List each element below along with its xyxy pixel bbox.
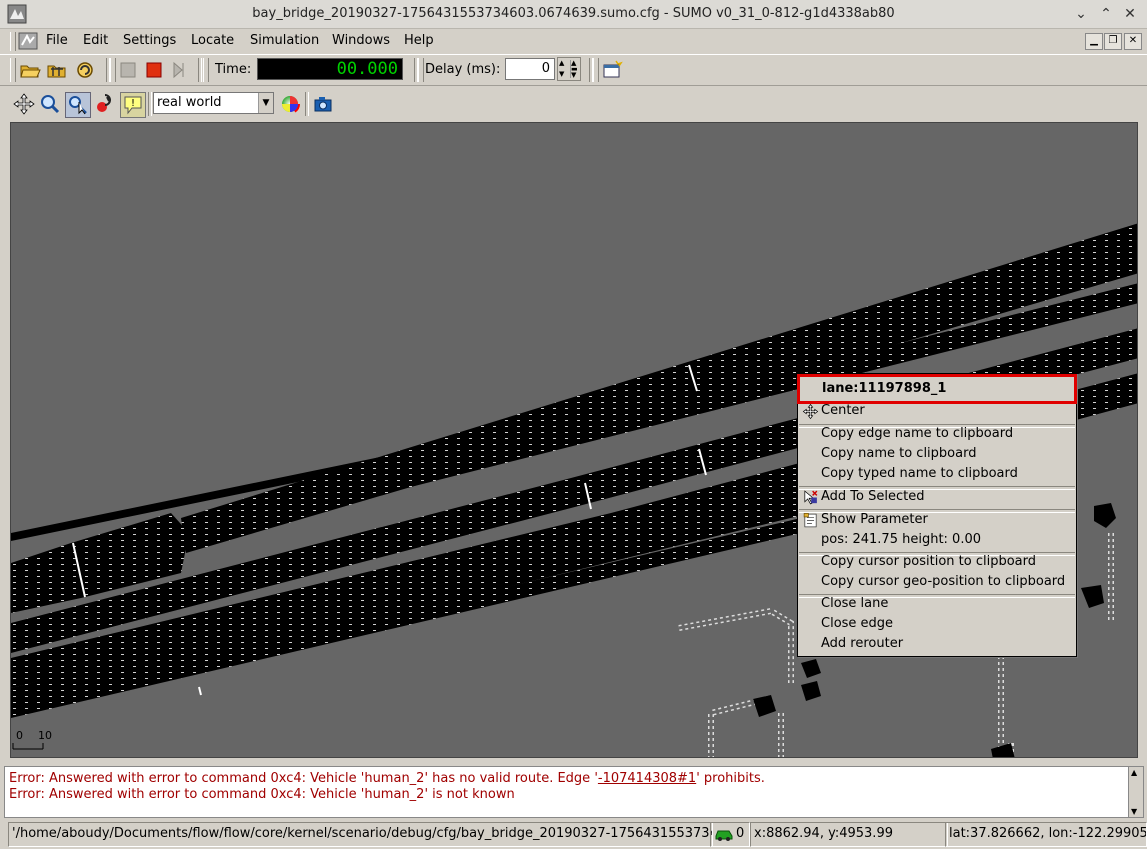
close-button[interactable]: ✕ bbox=[1121, 5, 1139, 23]
cursor-coordinates: x:8862.94, y:4953.99 bbox=[750, 822, 948, 847]
vehicle-count-field: 0 bbox=[710, 822, 750, 847]
coloring-scheme-select[interactable]: real world ▼ bbox=[153, 92, 274, 114]
scale-label-ten: 10 bbox=[38, 729, 52, 742]
menu-file[interactable]: File bbox=[46, 33, 68, 48]
mdi-minimize-button[interactable]: ▁ bbox=[1085, 33, 1103, 50]
junction[interactable] bbox=[991, 743, 1015, 758]
menu-edit[interactable]: Edit bbox=[83, 33, 108, 48]
sumo-menu-icon[interactable] bbox=[18, 32, 38, 50]
junction[interactable] bbox=[801, 681, 821, 701]
toolbar-grip-3[interactable] bbox=[203, 58, 209, 82]
error-message-1-suffix: ' prohibits. bbox=[696, 771, 765, 786]
menubar-grip[interactable] bbox=[10, 32, 16, 51]
context-item-copy-edge-name[interactable]: Copy edge name to clipboard bbox=[821, 426, 1013, 441]
time-label: Time: bbox=[215, 62, 252, 77]
car-icon bbox=[715, 830, 733, 841]
open-simulation-icon[interactable] bbox=[18, 58, 42, 82]
context-item-copy-cursor-position[interactable]: Copy cursor position to clipboard bbox=[821, 554, 1036, 569]
edit-coloring-scheme-icon[interactable] bbox=[278, 92, 302, 116]
maximize-button[interactable]: ⌃ bbox=[1097, 5, 1115, 23]
context-item-close-edge[interactable]: Close edge bbox=[821, 616, 893, 631]
context-item-position-info: pos: 241.75 height: 0.00 bbox=[821, 532, 982, 547]
window-title: bay_bridge_20190327-1756431553734603.067… bbox=[252, 6, 895, 21]
context-item-copy-name[interactable]: Copy name to clipboard bbox=[821, 446, 976, 461]
delay-spinner[interactable]: ▲ ▼ ▲ ▬ ▼ bbox=[557, 57, 581, 81]
error-message-2: Error: Answered with error to command 0x… bbox=[9, 787, 515, 802]
junction[interactable] bbox=[801, 659, 821, 678]
menu-bar: File Edit Settings Locate Simulation Win… bbox=[0, 30, 1147, 53]
delay-bigstep-icon[interactable]: ▲ ▬ ▼ bbox=[570, 60, 580, 79]
delay-label: Delay (ms): bbox=[425, 62, 501, 77]
parameter-icon bbox=[803, 513, 817, 528]
context-menu-header: lane:11197898_1 bbox=[797, 374, 1077, 404]
message-scrollbar[interactable]: ▲ ▼ bbox=[1128, 766, 1144, 818]
simulation-toolbar: Time: Delay (ms): ▲ ▼ ▲ ▬ ▼ bbox=[0, 54, 1147, 86]
toolbar-grip[interactable] bbox=[10, 58, 16, 82]
context-item-add-rerouter[interactable]: Add rerouter bbox=[821, 636, 903, 651]
scale-label-zero: 0 bbox=[16, 729, 23, 742]
junction[interactable] bbox=[1094, 503, 1116, 528]
show-tooltips-icon[interactable]: ! bbox=[120, 92, 146, 118]
junction[interactable] bbox=[753, 695, 776, 717]
vehicle-count: 0 bbox=[736, 826, 745, 841]
svg-text:!: ! bbox=[131, 98, 135, 109]
context-item-center[interactable]: Center bbox=[821, 403, 865, 418]
delay-input[interactable]: 0 bbox=[505, 58, 555, 80]
menu-settings[interactable]: Settings bbox=[123, 33, 176, 48]
context-item-copy-cursor-geo-position[interactable]: Copy cursor geo-position to clipboard bbox=[821, 574, 1065, 589]
error-message-1-text: Error: Answered with error to command 0x… bbox=[9, 771, 598, 786]
junction[interactable] bbox=[1081, 585, 1104, 608]
mdi-close-button[interactable]: ✕ bbox=[1124, 33, 1142, 50]
message-window[interactable]: Error: Answered with error to command 0x… bbox=[4, 766, 1131, 818]
menu-help[interactable]: Help bbox=[404, 33, 434, 48]
screenshot-camera-icon[interactable] bbox=[311, 92, 335, 116]
scroll-up-arrow-icon[interactable]: ▲ bbox=[1131, 768, 1137, 777]
recenter-view-icon[interactable] bbox=[12, 92, 36, 116]
context-item-copy-typed-name[interactable]: Copy typed name to clipboard bbox=[821, 466, 1018, 481]
menu-locate[interactable]: Locate bbox=[191, 33, 234, 48]
coloring-scheme-value: real world bbox=[157, 95, 222, 110]
minimize-button[interactable]: ⌄ bbox=[1072, 5, 1090, 23]
status-path: '/home/aboudy/Documents/flow/flow/core/k… bbox=[8, 822, 713, 847]
zoom-icon[interactable] bbox=[38, 92, 62, 116]
scroll-down-arrow-icon[interactable]: ▼ bbox=[1131, 807, 1137, 816]
reload-icon[interactable] bbox=[73, 58, 97, 82]
stop-icon[interactable] bbox=[142, 58, 166, 82]
title-bar: bay_bridge_20190327-1756431553734603.067… bbox=[0, 0, 1147, 29]
run-button-icon[interactable] bbox=[116, 58, 140, 82]
select-icon bbox=[804, 490, 818, 505]
delay-down-arrow-icon[interactable]: ▼ bbox=[559, 69, 569, 80]
menu-simulation[interactable]: Simulation bbox=[250, 33, 319, 48]
edge-link[interactable]: -107414308#1 bbox=[598, 771, 696, 786]
toolbar-grip-5[interactable] bbox=[593, 58, 599, 82]
chevron-down-icon[interactable]: ▼ bbox=[258, 93, 273, 113]
delay-up-arrow-icon[interactable]: ▲ bbox=[559, 58, 569, 69]
error-message-1: Error: Answered with error to command 0x… bbox=[9, 771, 765, 786]
simulation-time-display: 00.000 bbox=[257, 58, 403, 80]
open-network-icon[interactable] bbox=[45, 58, 69, 82]
center-icon bbox=[802, 403, 819, 420]
locate-vehicle-icon[interactable] bbox=[93, 92, 117, 116]
mdi-restore-button[interactable]: ❐ bbox=[1104, 33, 1122, 50]
cursor-geo-coordinates: lat:37.826662, lon:-122.29905 bbox=[945, 822, 1147, 847]
toolbar-grip-4[interactable] bbox=[418, 58, 424, 82]
locate-cursor-icon[interactable] bbox=[65, 92, 91, 118]
context-item-close-lane[interactable]: Close lane bbox=[821, 596, 888, 611]
context-item-show-parameter[interactable]: Show Parameter bbox=[821, 512, 928, 527]
new-view-icon[interactable] bbox=[600, 58, 624, 82]
step-icon[interactable] bbox=[168, 58, 192, 82]
menu-windows[interactable]: Windows bbox=[332, 33, 390, 48]
context-item-add-to-selected[interactable]: Add To Selected bbox=[821, 489, 924, 504]
